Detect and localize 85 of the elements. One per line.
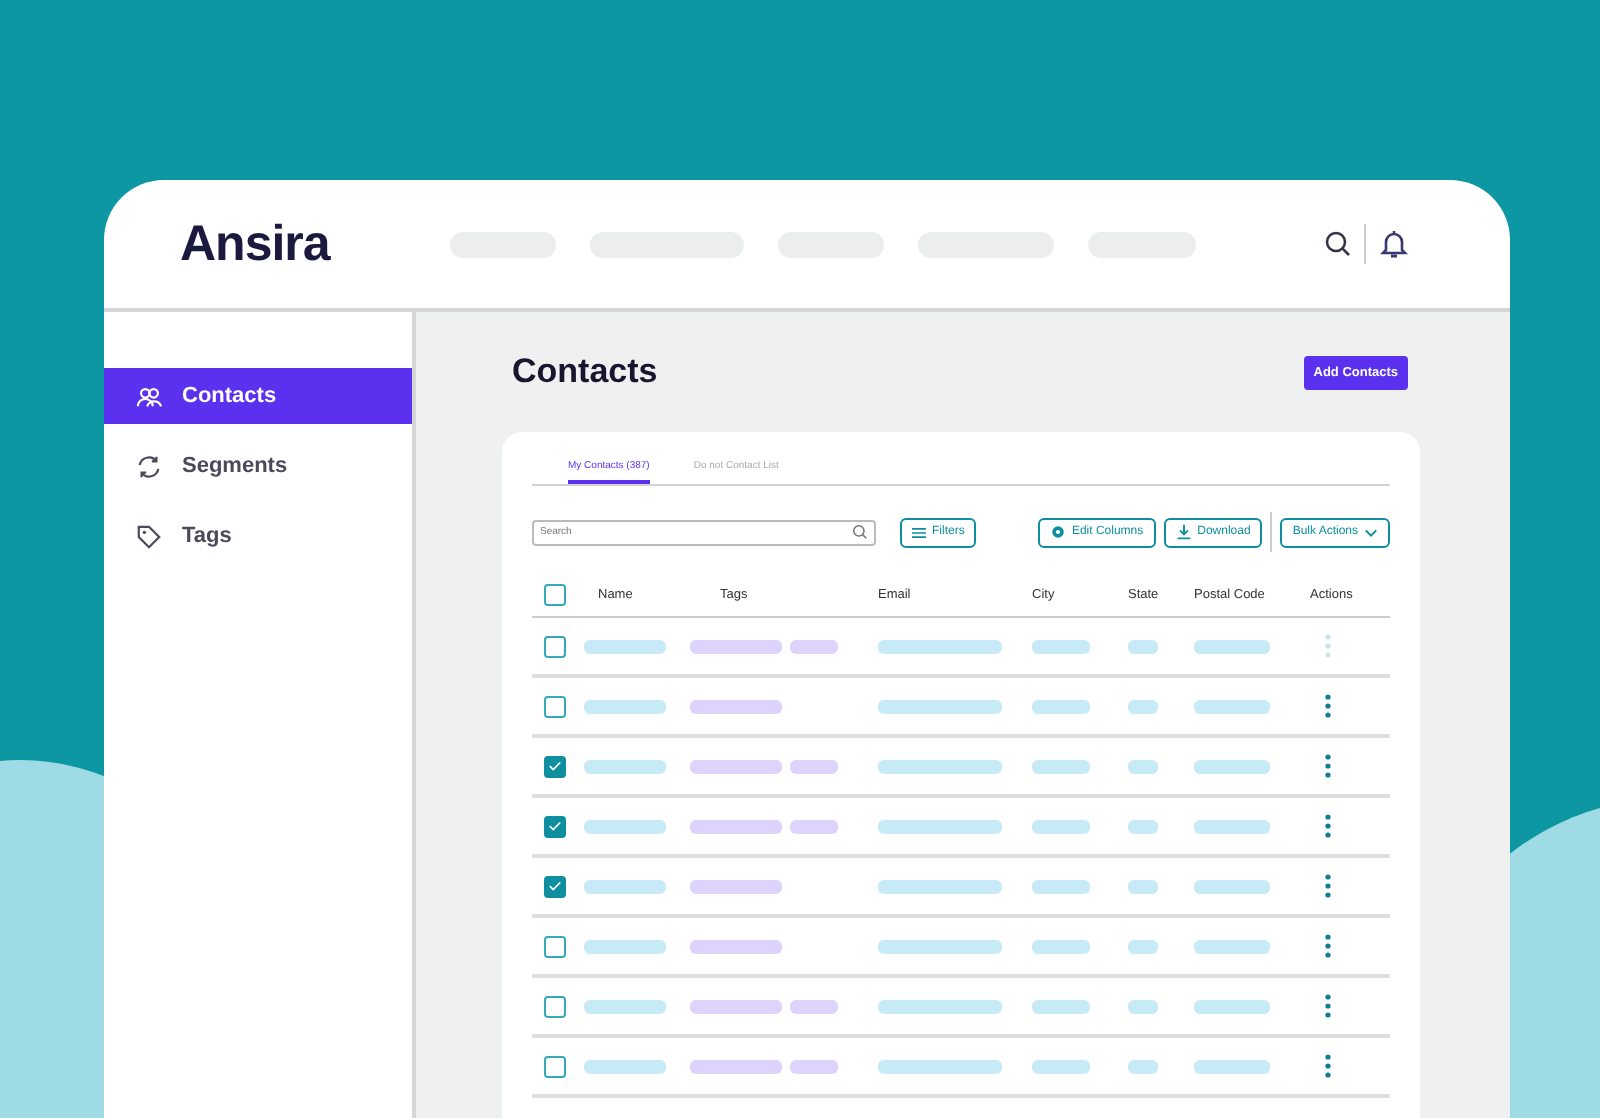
row-checkbox[interactable] bbox=[544, 695, 566, 717]
tag-placeholder bbox=[690, 759, 782, 773]
state-placeholder bbox=[1128, 939, 1158, 953]
row-checkbox[interactable] bbox=[544, 755, 566, 777]
email-placeholder bbox=[878, 819, 1002, 833]
postal-code-placeholder bbox=[1194, 699, 1270, 713]
postal-code-placeholder bbox=[1194, 819, 1270, 833]
check-icon bbox=[548, 880, 562, 892]
tag-placeholder bbox=[690, 1059, 782, 1073]
search-icon bbox=[852, 524, 868, 540]
state-placeholder bbox=[1128, 819, 1158, 833]
more-icon[interactable] bbox=[1324, 694, 1332, 718]
people-icon bbox=[136, 383, 162, 409]
more-icon[interactable] bbox=[1324, 814, 1332, 838]
postal-code-placeholder bbox=[1194, 879, 1270, 893]
page-title: Contacts bbox=[512, 352, 658, 392]
city-placeholder bbox=[1032, 999, 1090, 1013]
name-placeholder bbox=[584, 699, 666, 713]
postal-code-placeholder bbox=[1194, 999, 1270, 1013]
state-placeholder bbox=[1128, 639, 1158, 653]
tag-icon bbox=[136, 523, 162, 549]
postal-code-placeholder bbox=[1194, 939, 1270, 953]
city-placeholder bbox=[1032, 879, 1090, 893]
row-checkbox[interactable] bbox=[544, 815, 566, 837]
search-icon[interactable] bbox=[1324, 230, 1352, 258]
tag-placeholder bbox=[790, 819, 838, 833]
email-placeholder bbox=[878, 639, 1002, 653]
more-icon[interactable] bbox=[1324, 874, 1332, 898]
sidebar-item[interactable]: Segments bbox=[104, 438, 412, 494]
row-checkbox[interactable] bbox=[544, 875, 566, 897]
tag-placeholder bbox=[790, 759, 838, 773]
name-placeholder bbox=[584, 819, 666, 833]
email-placeholder bbox=[878, 999, 1002, 1013]
sidebar-item[interactable]: Tags bbox=[104, 508, 412, 564]
tag-placeholder bbox=[690, 879, 782, 893]
tag-placeholder bbox=[790, 639, 838, 653]
check-icon bbox=[548, 760, 562, 772]
select-all-checkbox[interactable] bbox=[544, 583, 566, 605]
logo: Ansira bbox=[180, 215, 333, 273]
postal-code-placeholder bbox=[1194, 639, 1270, 653]
sidebar-item[interactable]: Contacts bbox=[104, 368, 412, 424]
row-checkbox[interactable] bbox=[544, 635, 566, 657]
city-placeholder bbox=[1032, 939, 1090, 953]
email-placeholder bbox=[878, 939, 1002, 953]
tag-placeholder bbox=[690, 699, 782, 713]
state-placeholder bbox=[1128, 699, 1158, 713]
tag-placeholder bbox=[790, 1059, 838, 1073]
city-placeholder bbox=[1032, 1059, 1090, 1073]
state-placeholder bbox=[1128, 759, 1158, 773]
email-placeholder bbox=[878, 1059, 1002, 1073]
city-placeholder bbox=[1032, 639, 1090, 653]
tag-placeholder bbox=[790, 999, 838, 1013]
name-placeholder bbox=[584, 939, 666, 953]
check-icon bbox=[548, 820, 562, 832]
name-placeholder bbox=[584, 1059, 666, 1073]
more-icon[interactable] bbox=[1324, 754, 1332, 778]
name-placeholder bbox=[584, 759, 666, 773]
row-checkbox[interactable] bbox=[544, 1055, 566, 1077]
email-placeholder bbox=[878, 879, 1002, 893]
name-placeholder bbox=[584, 639, 666, 653]
row-checkbox[interactable] bbox=[544, 935, 566, 957]
download-icon bbox=[1175, 524, 1192, 540]
city-placeholder bbox=[1032, 819, 1090, 833]
refresh-icon bbox=[136, 453, 162, 479]
city-placeholder bbox=[1032, 699, 1090, 713]
state-placeholder bbox=[1128, 879, 1158, 893]
row-checkbox[interactable] bbox=[544, 995, 566, 1017]
city-placeholder bbox=[1032, 759, 1090, 773]
tag-placeholder bbox=[690, 819, 782, 833]
postal-code-placeholder bbox=[1194, 759, 1270, 773]
tag-placeholder bbox=[690, 939, 782, 953]
tag-placeholder bbox=[690, 639, 782, 653]
postal-code-placeholder bbox=[1194, 1059, 1270, 1073]
name-placeholder bbox=[584, 879, 666, 893]
tag-placeholder bbox=[690, 999, 782, 1013]
state-placeholder bbox=[1128, 999, 1158, 1013]
more-icon[interactable] bbox=[1324, 1054, 1332, 1078]
bell-icon[interactable] bbox=[1380, 228, 1408, 260]
email-placeholder bbox=[878, 699, 1002, 713]
state-placeholder bbox=[1128, 1059, 1158, 1073]
more-icon[interactable] bbox=[1324, 994, 1332, 1018]
chevron-down-icon bbox=[1364, 527, 1378, 537]
email-placeholder bbox=[878, 759, 1002, 773]
more-icon[interactable] bbox=[1324, 934, 1332, 958]
name-placeholder bbox=[584, 999, 666, 1013]
